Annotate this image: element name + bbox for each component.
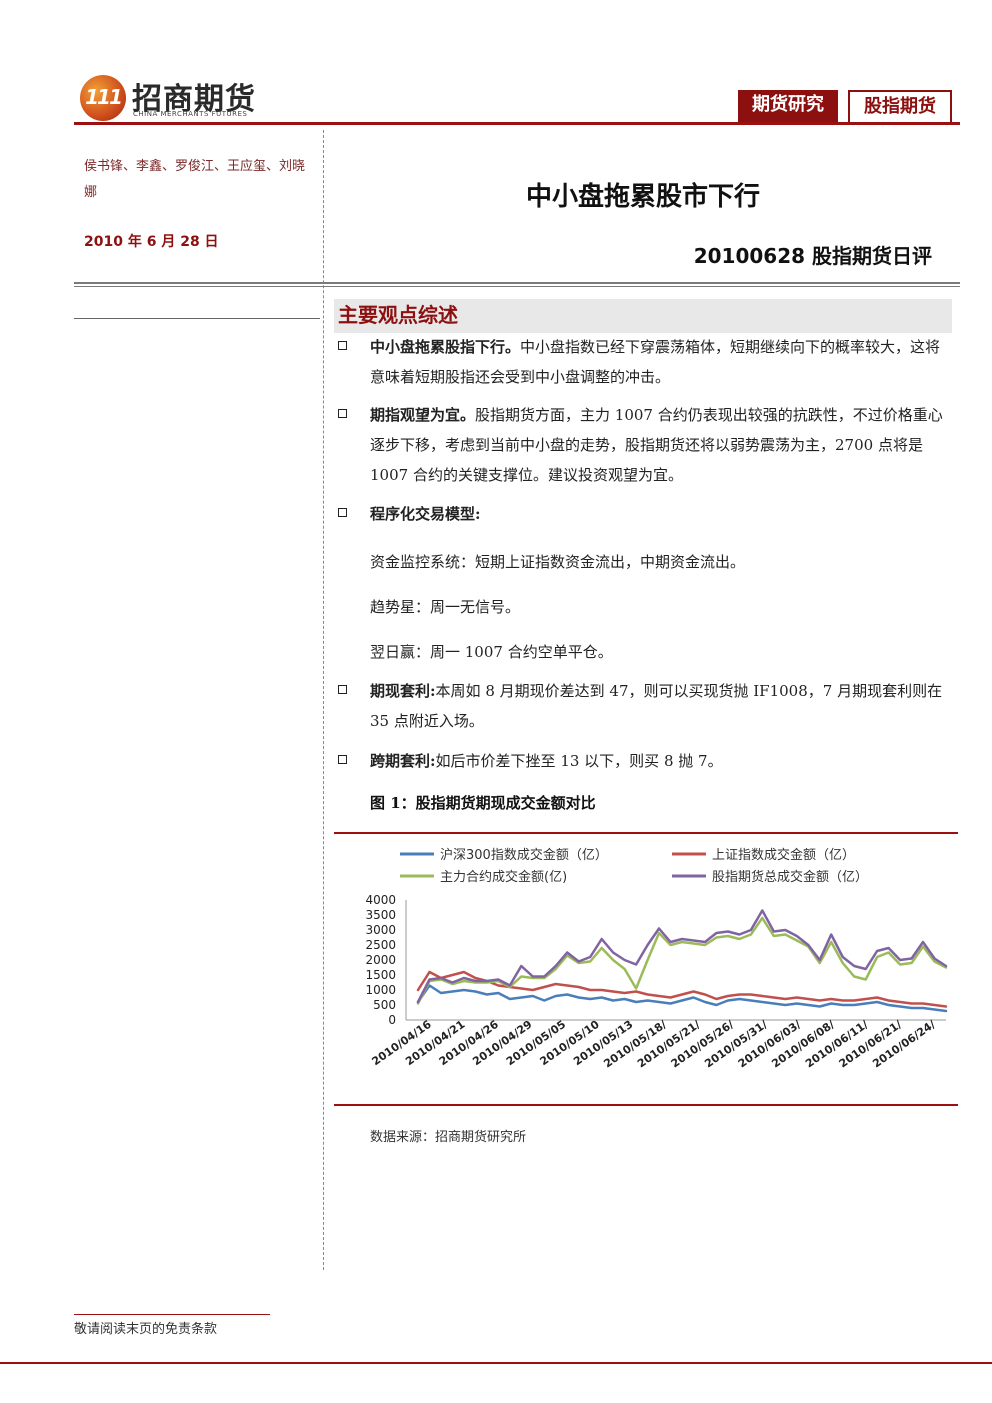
- point-3: 程序化交易模型:: [338, 499, 950, 529]
- checkbox-bullet-icon: [338, 341, 347, 350]
- y-tick-label: 3000: [365, 923, 396, 937]
- data-source: 数据来源：招商期货研究所: [370, 1130, 527, 1145]
- chart-series: [416, 909, 948, 1013]
- title-rule-thin: [74, 286, 960, 287]
- y-tick-label: 1500: [365, 968, 396, 982]
- model-capital-monitor: 资金监控系统：短期上证指数资金流出，中期资金流出。: [370, 553, 746, 571]
- legend-label: 沪深300指数成交金额（亿）: [440, 847, 608, 863]
- figure-title: 图 1：股指期货期现成交金额对比: [370, 794, 596, 812]
- chart-legend: 沪深300指数成交金额（亿） 上证指数成交金额（亿） 主力合约成交金额(亿) 股指期货…: [400, 847, 868, 885]
- y-tick-label: 2500: [365, 938, 396, 952]
- section-heading: 主要观点综述: [334, 299, 952, 333]
- page-title: 中小盘拖累股市下行: [525, 182, 760, 212]
- y-tick-label: 2000: [365, 953, 396, 967]
- legend-label: 主力合约成交金额(亿): [440, 869, 567, 885]
- logo-text-en: CHINA MERCHANTS FUTURES: [133, 110, 248, 118]
- turnover-chart: 沪深300指数成交金额（亿） 上证指数成交金额（亿） 主力合约成交金额(亿) 股指期货…: [365, 847, 948, 1070]
- title-rule: [74, 282, 960, 284]
- authors: 侯书锋、李鑫、罗俊江、王应玺、刘晓娜: [84, 159, 306, 200]
- point-2: 期指观望为宜。股指期货方面，主力 1007 合约仍表现出较强的抗跌性，不过价格重…: [338, 400, 950, 490]
- tag-futures-research: 期货研究: [738, 90, 838, 124]
- y-axis: 05001000150020002500300035004000: [365, 893, 407, 1027]
- series-line: [416, 909, 948, 1004]
- legend-label: 上证指数成交金额（亿）: [712, 847, 855, 863]
- y-tick-label: 4000: [365, 893, 396, 907]
- y-tick-label: 3500: [365, 908, 396, 922]
- y-tick-label: 500: [373, 998, 396, 1012]
- model-trend-star: 趋势星：周一无信号。: [370, 598, 521, 616]
- report-date: 2010 年 6 月 28 日: [84, 234, 219, 250]
- footer-rule: [74, 1314, 270, 1315]
- y-tick-label: 1000: [365, 983, 396, 997]
- checkbox-bullet-icon: [338, 755, 347, 764]
- logo-mark: 111: [80, 75, 126, 121]
- header-rule: [74, 122, 960, 125]
- point-5: 跨期套利:如后市价差下挫至 13 以下，则买 8 抛 7。: [338, 746, 950, 776]
- checkbox-bullet-icon: [338, 508, 347, 517]
- point-1: 中小盘拖累股指下行。中小盘指数已经下穿震荡箱体，短期继续向下的概率较大，这将意味…: [338, 332, 950, 392]
- page-subtitle: 20100628 股指期货日评: [693, 244, 932, 268]
- column-divider: [323, 130, 324, 1270]
- point-4: 期现套利:本周如 8 月期现价差达到 47，则可以买现货抛 IF1008，7 月…: [338, 676, 950, 736]
- model-next-day-win: 翌日赢：周一 1007 合约空单平仓。: [370, 643, 613, 661]
- figure-rule-top: [334, 832, 958, 834]
- checkbox-bullet-icon: [338, 409, 347, 418]
- x-axis: 2010/04/162010/04/212010/04/262010/04/29…: [370, 1017, 946, 1070]
- figure-rule-bottom: [334, 1104, 958, 1106]
- y-tick-label: 0: [388, 1013, 396, 1027]
- tag-index-futures: 股指期货: [848, 90, 952, 124]
- series-line: [416, 916, 948, 1005]
- disclaimer-note: 敬请阅读末页的免责条款: [74, 1322, 218, 1337]
- left-rule: [74, 318, 320, 319]
- page-bottom-rule: [0, 1362, 992, 1364]
- legend-label: 股指期货总成交金额（亿）: [712, 869, 868, 885]
- checkbox-bullet-icon: [338, 685, 347, 694]
